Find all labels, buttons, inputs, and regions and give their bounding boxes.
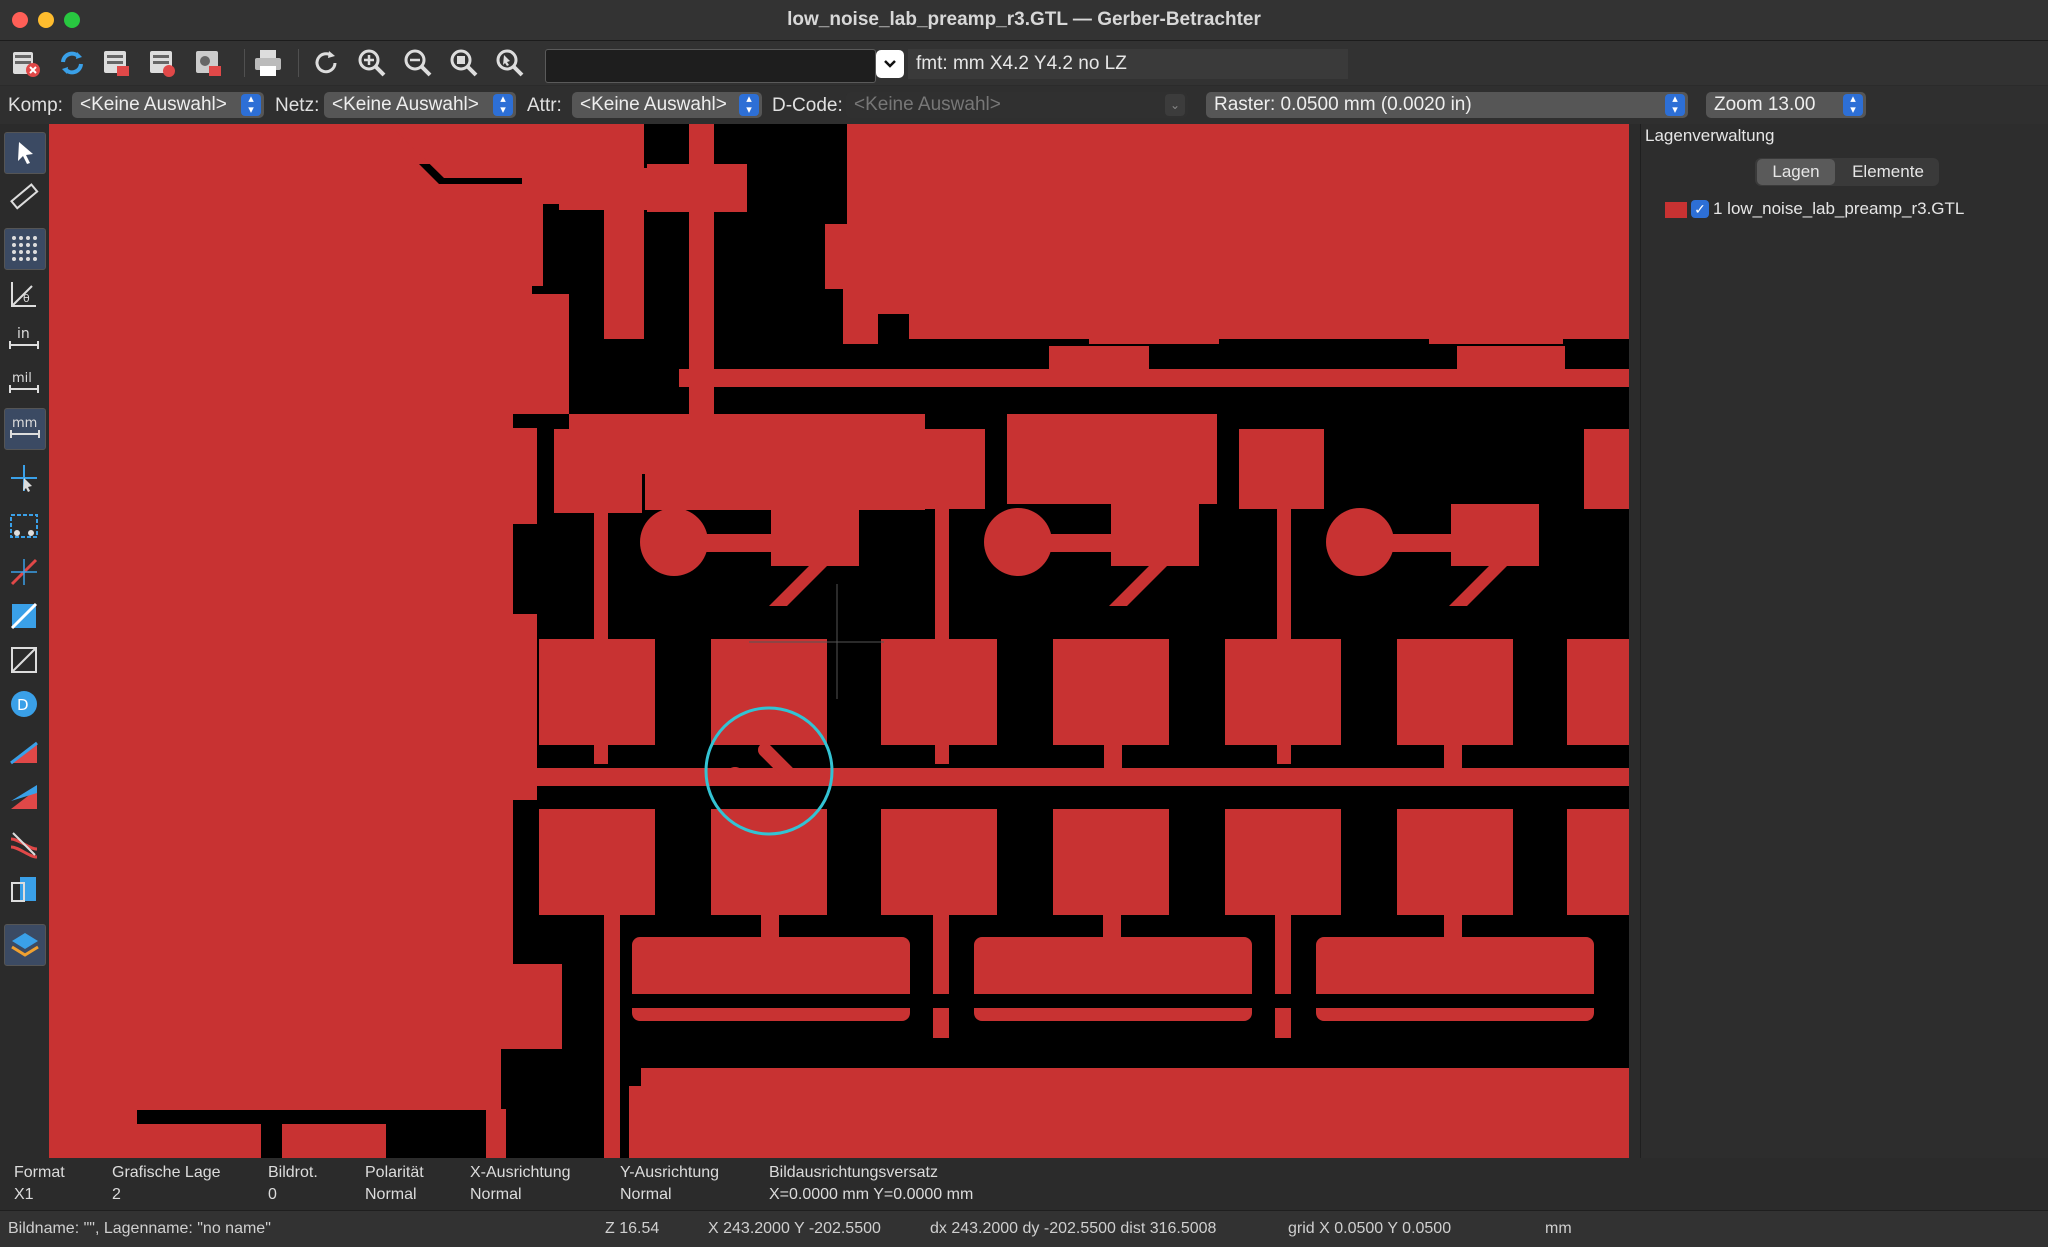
svg-text:mm: mm <box>12 416 37 431</box>
dcode-display-icon[interactable]: D <box>4 684 44 724</box>
select-arrows-icon: ▴ ▾ <box>1665 94 1685 116</box>
redraw-icon[interactable] <box>308 45 344 81</box>
zoom-select[interactable]: Zoom 13.00 ▴ ▾ <box>1706 92 1866 118</box>
svg-text:θ: θ <box>23 292 30 305</box>
mm-units-icon[interactable]: mm <box>4 408 46 450</box>
netz-select-value: <Keine Auswahl> <box>332 94 479 115</box>
zoom-selection-icon[interactable] <box>492 45 528 81</box>
dcode-label: D-Code: <box>772 95 843 116</box>
select-arrows-icon: ▴ ▾ <box>493 94 513 116</box>
x-alignment-value: Normal <box>470 1186 522 1203</box>
y-alignment-header: Y-Ausrichtung <box>620 1164 720 1181</box>
print-icon[interactable] <box>250 45 286 81</box>
reload-icon[interactable] <box>54 45 90 81</box>
copper-layer-drawing <box>49 124 1629 1158</box>
y-alignment-value: Normal <box>620 1186 672 1203</box>
panel-tabs: Lagen Elemente <box>1755 158 1939 186</box>
status-grid: grid X 0.0500 Y 0.0500 <box>1288 1220 1452 1237</box>
image-info-bar: Format X1 Grafische Lage 2 Bildrot. 0 Po… <box>0 1158 2048 1210</box>
layers-panel: Lagenverwaltung Lagen Elemente ✓ 1 low_n… <box>1640 124 2048 1158</box>
title-bar: low_noise_lab_preamp_r3.GTL — Gerber-Bet… <box>0 0 2048 41</box>
left-toolbar: θ in mil mm D <box>0 128 48 1158</box>
flash-sketch-icon[interactable] <box>4 506 44 546</box>
format-header: Format <box>14 1164 65 1181</box>
transparency-icon[interactable] <box>4 824 44 864</box>
chevron-down-icon <box>884 60 896 68</box>
raster-select[interactable]: Raster: 0.0500 mm (0.0020 in) ▴ ▾ <box>1206 92 1688 118</box>
grid-icon[interactable] <box>4 228 46 270</box>
komp-select[interactable]: <Keine Auswahl> ▴ ▾ <box>72 92 264 118</box>
select-arrows-icon: ▴ ▾ <box>1843 94 1863 116</box>
offset-value: X=0.0000 mm Y=0.0000 mm <box>769 1186 974 1203</box>
format-value: X1 <box>14 1186 34 1203</box>
tab-items[interactable]: Elemente <box>1839 159 1937 185</box>
select-icon[interactable] <box>4 132 46 174</box>
window-title: low_noise_lab_preamp_r3.GTL — Gerber-Bet… <box>787 9 1261 30</box>
rotation-header: Bildrot. <box>268 1164 318 1181</box>
status-delta: dx 243.2000 dy -202.5500 dist 316.5008 <box>930 1220 1217 1237</box>
layer-name: 1 low_noise_lab_preamp_r3.GTL <box>1713 199 1965 218</box>
offset-header: Bildausrichtungsversatz <box>769 1164 938 1181</box>
tab-layers[interactable]: Lagen <box>1757 159 1835 185</box>
zoom-in-icon[interactable] <box>354 45 390 81</box>
komp-select-value: <Keine Auswahl> <box>80 94 227 115</box>
panel-title: Lagenverwaltung <box>1645 126 1775 145</box>
search-dropdown-button[interactable] <box>876 50 904 78</box>
inch-units-icon[interactable]: in <box>4 320 44 360</box>
polarity-value: Normal <box>365 1186 417 1203</box>
status-cursor-position: X 243.2000 Y -202.5500 <box>708 1220 881 1237</box>
zoom-fit-icon[interactable] <box>446 45 482 81</box>
lage-header: Grafische Lage <box>112 1164 221 1181</box>
mil-units-icon[interactable]: mil <box>4 364 44 404</box>
select-arrows-icon: ▴ ▾ <box>739 94 759 116</box>
chevron-down-icon: ⌄ <box>1165 94 1185 116</box>
layers-manager-icon[interactable] <box>4 924 46 966</box>
status-units: mm <box>1545 1220 1572 1237</box>
attr-label: Attr: <box>527 95 562 116</box>
gerber-canvas[interactable] <box>49 124 1629 1158</box>
raster-select-value: Raster: 0.0500 mm (0.0020 in) <box>1214 94 1472 115</box>
rotation-value: 0 <box>268 1186 277 1203</box>
dcode-select[interactable]: <Keine Auswahl> ⌄ <box>846 92 1188 118</box>
flip-view-icon[interactable] <box>4 870 44 910</box>
format-info: fmt: mm X4.2 Y4.2 no LZ <box>908 49 1348 79</box>
negative-objects-icon[interactable] <box>4 732 44 772</box>
outline-mode-icon[interactable] <box>4 640 44 680</box>
layer-color-swatch[interactable] <box>1665 202 1687 218</box>
status-zoom: Z 16.54 <box>605 1220 660 1237</box>
open-drill-icon[interactable] <box>144 45 180 81</box>
zoom-select-value: Zoom 13.00 <box>1714 94 1816 115</box>
cursor-crosshair-icon[interactable] <box>4 458 44 498</box>
status-bar: Bildname: "", Lagenname: "no name" Z 16.… <box>0 1210 2048 1247</box>
x-alignment-header: X-Ausrichtung <box>470 1164 571 1181</box>
open-gerber-icon[interactable] <box>98 45 134 81</box>
svg-text:in: in <box>17 326 30 342</box>
measure-icon[interactable] <box>4 176 44 216</box>
line-sketch-icon[interactable] <box>4 552 44 592</box>
lage-value: 2 <box>112 1186 121 1203</box>
status-image-names: Bildname: "", Lagenname: "no name" <box>8 1220 271 1237</box>
svg-text:D: D <box>17 696 29 714</box>
netz-select[interactable]: <Keine Auswahl> ▴ ▾ <box>324 92 516 118</box>
polar-coords-icon[interactable]: θ <box>4 274 44 314</box>
select-arrows-icon: ▴ ▾ <box>241 94 261 116</box>
polygon-sketch-icon[interactable] <box>4 596 44 636</box>
polarity-header: Polarität <box>365 1164 424 1181</box>
svg-text:mil: mil <box>12 371 32 386</box>
komp-label: Komp: <box>8 95 63 116</box>
search-input[interactable] <box>545 49 876 83</box>
dcode-select-value: <Keine Auswahl> <box>854 94 1001 115</box>
open-job-icon[interactable] <box>190 45 226 81</box>
netz-label: Netz: <box>275 95 320 116</box>
zoom-out-icon[interactable] <box>400 45 436 81</box>
clear-layers-icon[interactable] <box>8 45 44 81</box>
attr-select-value: <Keine Auswahl> <box>580 94 727 115</box>
layer-visible-checkbox[interactable]: ✓ <box>1691 200 1709 218</box>
attr-select[interactable]: <Keine Auswahl> ▴ ▾ <box>572 92 762 118</box>
diff-mode-icon[interactable] <box>4 778 44 818</box>
